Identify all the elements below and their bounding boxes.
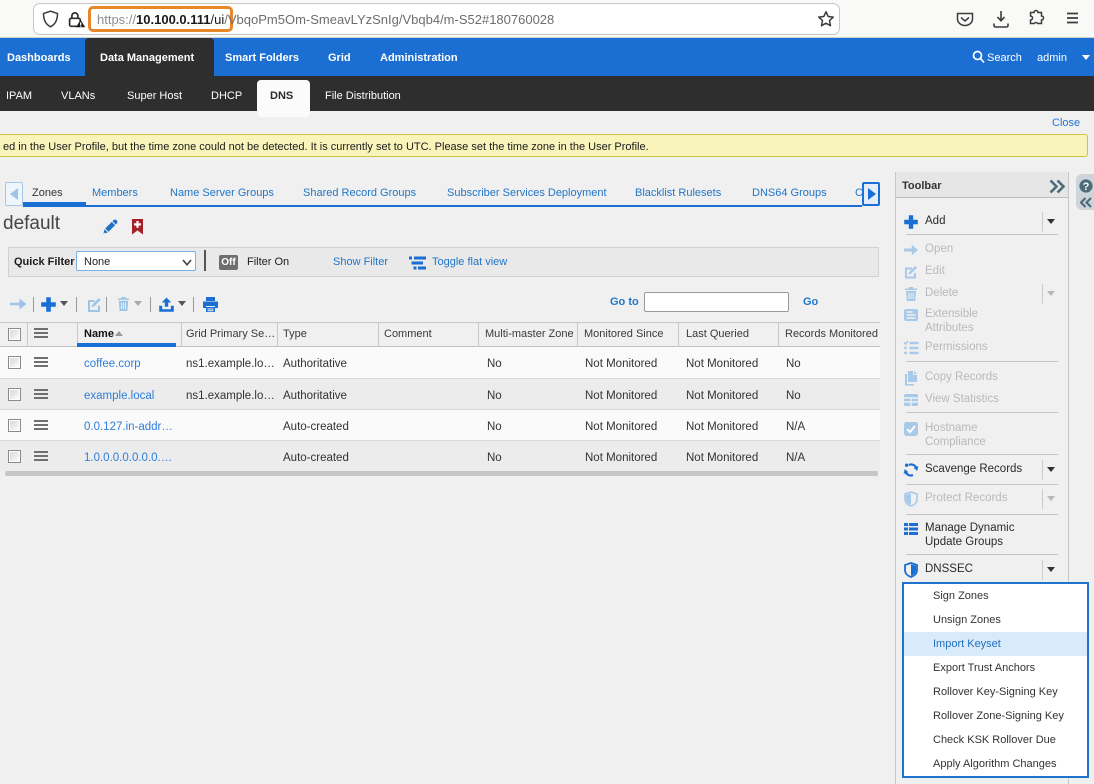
svg-text:?: ?	[1083, 181, 1090, 193]
